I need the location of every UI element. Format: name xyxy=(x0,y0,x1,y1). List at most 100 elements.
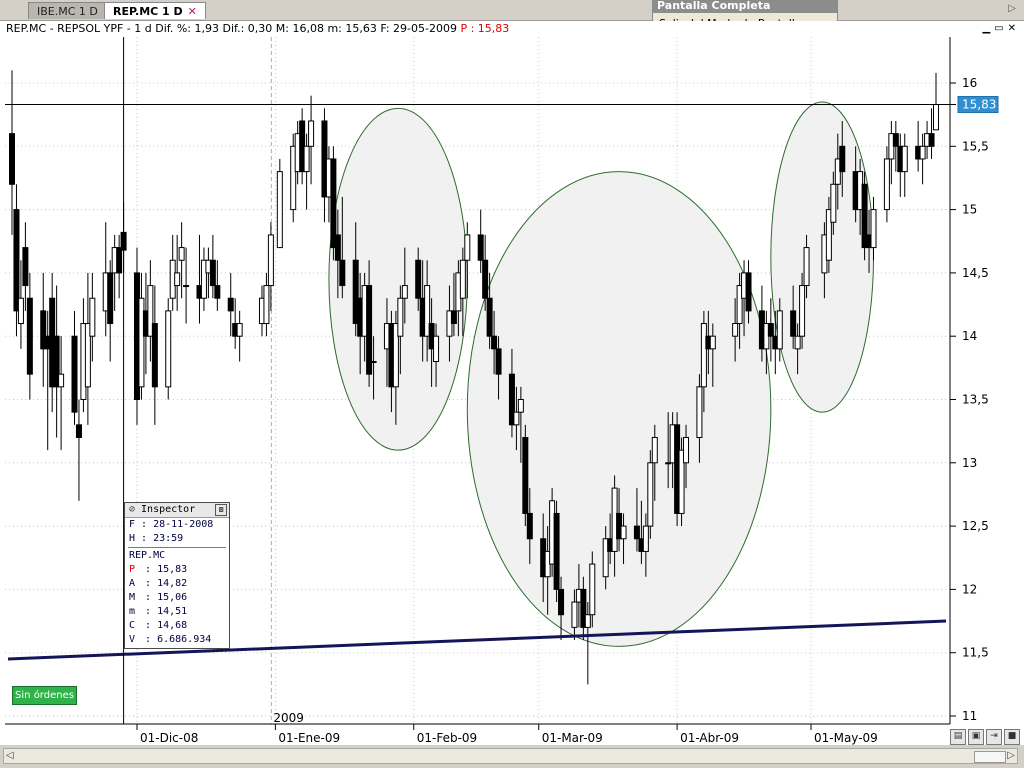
panel-icon[interactable]: ■ xyxy=(1004,729,1020,745)
inspector-separator xyxy=(128,547,226,548)
candle-body xyxy=(696,386,703,438)
year-label: 2009 xyxy=(273,711,304,725)
x-tick-label: 01-Ene-09 xyxy=(278,731,340,745)
inspector-time: H : 23:59 xyxy=(129,533,184,544)
inspector-val-p: : 15,83 xyxy=(145,564,188,575)
inspector-symbol: REP.MC xyxy=(129,550,166,561)
candle-body xyxy=(165,310,172,388)
tab-scroll-right-icon[interactable]: ▷ xyxy=(1008,3,1016,14)
inspector-title-bar[interactable]: ⊘ Inspector ⊠ xyxy=(125,503,229,518)
y-tick-label: 12 xyxy=(962,582,977,596)
inspector-key-v: V xyxy=(129,634,136,645)
export-icon[interactable]: ⇥ xyxy=(986,729,1002,745)
y-tick-label: 15,5 xyxy=(962,139,989,153)
candle-body xyxy=(571,601,578,628)
candle-body xyxy=(513,411,520,426)
pin-icon: ⊘ xyxy=(129,504,136,515)
scroll-right-icon[interactable]: ▷ xyxy=(1007,749,1015,763)
inspector-val-a: : 14,82 xyxy=(145,578,188,589)
info-bar: REP.MC - REPSOL YPF - 1 d Dif. %: 1,93 D… xyxy=(0,21,1024,38)
candle-body xyxy=(334,234,341,261)
inspector-row-a: A : 14,82 xyxy=(125,577,229,591)
candle-body xyxy=(651,436,658,464)
candle-body xyxy=(486,297,493,337)
y-tick-label: 13 xyxy=(962,456,977,470)
candle-body xyxy=(303,145,310,173)
candle-body xyxy=(450,310,457,325)
candle-body xyxy=(799,285,806,337)
candle-body xyxy=(558,588,565,616)
inspector-row-p: P : 15,83 xyxy=(125,563,229,577)
horizontal-scrollbar[interactable]: ◁ ▷ xyxy=(3,748,1018,764)
y-tick-label: 15 xyxy=(962,203,977,217)
scroll-left-icon[interactable]: ◁ xyxy=(6,749,14,763)
save-icon[interactable]: ▣ xyxy=(968,729,984,745)
no-orders-badge[interactable]: Sin órdenes xyxy=(12,686,77,705)
tab-bar: IBE.MC 1 D REP.MC 1 D ✕ ▷ xyxy=(0,0,1024,21)
inspector-row-m-lower: m : 14,51 xyxy=(125,605,229,619)
candle-body xyxy=(339,259,346,287)
candle-body xyxy=(89,297,96,337)
inspector-val-m-lower: : 14,51 xyxy=(145,606,188,617)
chart-area[interactable]: 11 11,5 12 12,5 13 13,5 14 14,5 15 15,5 16 01-Dic-0… xyxy=(0,37,1024,745)
x-tick-label: 01-Mar-09 xyxy=(542,731,603,745)
candle-body xyxy=(236,323,243,337)
print-icon[interactable]: ▤ xyxy=(950,729,966,745)
y-tick-label: 16 xyxy=(962,76,977,90)
y-tick-label: 11,5 xyxy=(962,646,989,660)
candle-body xyxy=(526,512,533,540)
pattern-ellipse xyxy=(328,107,468,451)
candle-body xyxy=(683,436,690,464)
minimize-icon[interactable]: ▁ xyxy=(982,23,994,34)
candle-body xyxy=(9,133,15,185)
candle-body xyxy=(107,272,114,325)
candle-body xyxy=(709,335,716,350)
fullscreen-menu-header: Pantalla Completa xyxy=(653,1,837,13)
candle-body xyxy=(308,120,315,147)
candle-body xyxy=(620,525,627,540)
tab-ibe[interactable]: IBE.MC 1 D xyxy=(28,2,107,19)
candle-body xyxy=(919,145,926,160)
inspector-panel[interactable]: ⊘ Inspector ⊠ F : 28-11-2008 H : 23:59 RE… xyxy=(124,502,230,649)
candle-body xyxy=(491,335,498,350)
tab-rep-label: REP.MC 1 D xyxy=(113,5,183,18)
candle-body xyxy=(839,145,846,173)
chart-toolbar: ▤ ▣ ⇥ ■ xyxy=(948,728,1020,745)
tab-rep[interactable]: REP.MC 1 D ✕ xyxy=(104,2,206,19)
scrollbar-thumb[interactable] xyxy=(974,751,1006,763)
inspector-key-p: P xyxy=(129,564,136,575)
candle-body xyxy=(75,424,82,438)
x-tick-label: 01-Dic-08 xyxy=(140,731,198,745)
candle-body xyxy=(647,462,654,527)
inspector-key-a: A xyxy=(129,578,136,589)
close-window-icon[interactable]: ✕ xyxy=(1008,23,1020,34)
candle-body xyxy=(928,133,935,147)
close-tab-icon[interactable]: ✕ xyxy=(188,5,197,18)
candle-body xyxy=(71,335,78,413)
candle-body xyxy=(830,183,837,223)
candle-body xyxy=(892,133,899,147)
candle-body xyxy=(776,310,783,350)
candle-body xyxy=(459,259,466,299)
inspector-close-icon[interactable]: ⊠ xyxy=(215,504,227,516)
candle-body xyxy=(58,373,65,388)
inspector-val-c: : 14,68 xyxy=(145,620,188,631)
last-price-label: 15,83 xyxy=(962,98,996,112)
candle-body xyxy=(482,259,489,299)
candle-body xyxy=(522,436,529,514)
y-tick-label: 11 xyxy=(962,709,977,723)
candle-body xyxy=(790,310,797,337)
candle-body xyxy=(633,525,640,540)
y-tick-label: 12,5 xyxy=(962,519,989,533)
y-tick-label: 14,5 xyxy=(962,266,989,280)
inspector-row-v: V : 6.686.934 xyxy=(125,633,229,647)
candle-body xyxy=(174,272,181,287)
candle-body xyxy=(214,285,221,299)
candle-body xyxy=(401,285,408,299)
inspector-val-v: : 6.686.934 xyxy=(145,634,212,645)
candle-body xyxy=(366,285,373,375)
candle-body xyxy=(517,399,524,413)
candle-body xyxy=(227,297,234,312)
candle-body xyxy=(183,285,190,288)
maximize-icon[interactable]: ▭ xyxy=(994,23,1007,34)
